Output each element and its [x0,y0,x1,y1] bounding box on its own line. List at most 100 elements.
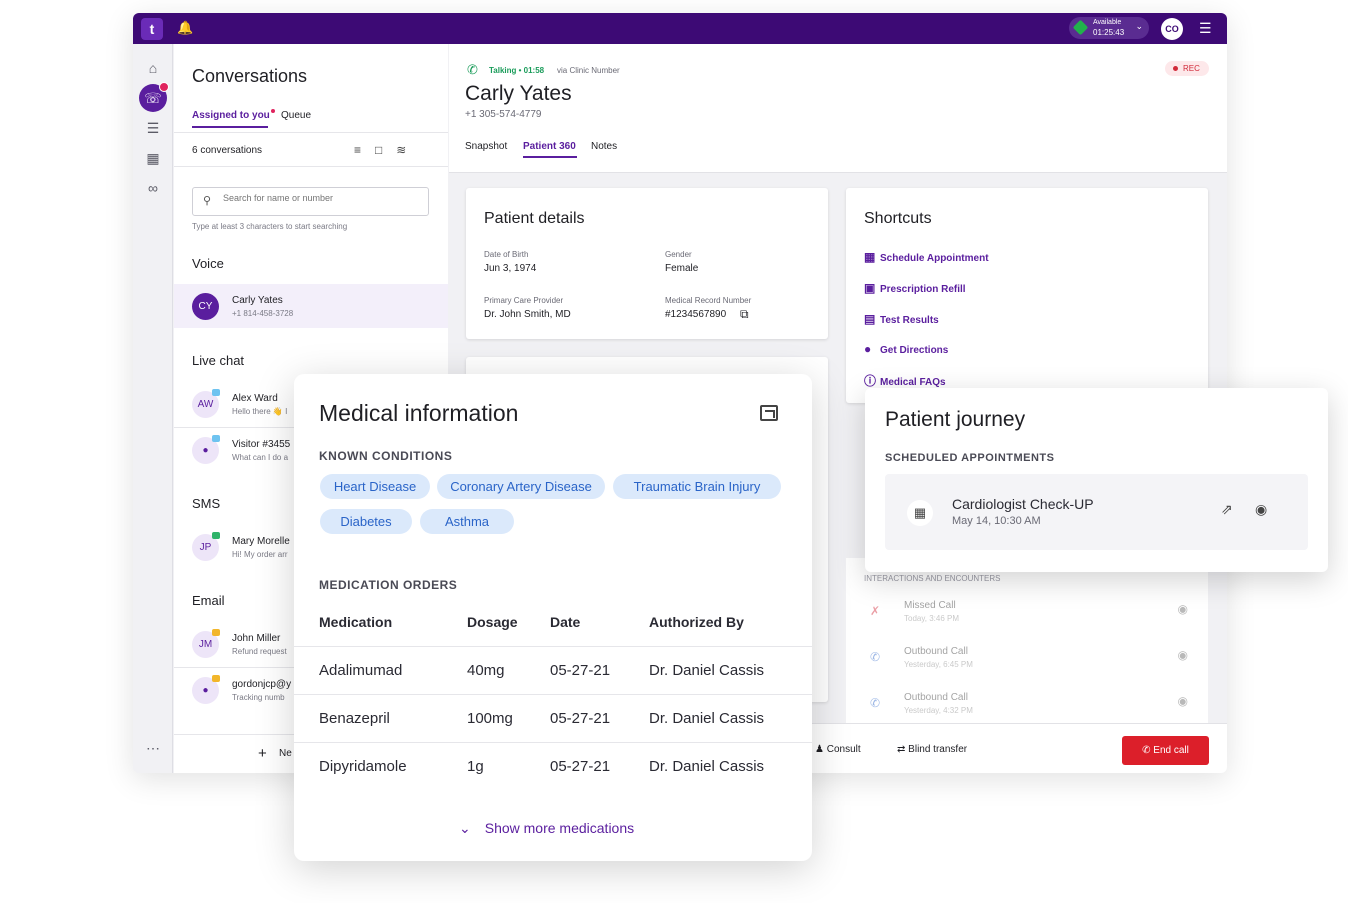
condition-chip[interactable]: Diabetes [320,509,412,534]
location-icon: ● [864,342,872,356]
cell: Dipyridamole [319,758,407,775]
info-icon: ⓘ [864,374,877,388]
plus-icon[interactable]: + [258,745,267,762]
list-item[interactable]: ✆ Outbound Call Yesterday, 6:45 PM ◉ [864,644,1194,684]
filter-icon[interactable]: ≋ [396,143,420,157]
tab-snapshot[interactable]: Snapshot [465,141,507,152]
interaction-time: Today, 3:46 PM [904,614,959,623]
contacts-icon[interactable]: ▦ [143,148,163,168]
shortcut-medical-faqs[interactable]: ⓘ Medical FAQs [864,372,946,389]
panel-menu-icon[interactable]: ☰ [1199,20,1217,36]
field-label: Date of Birth [484,250,529,259]
search-box[interactable]: ⚲ [192,187,429,216]
contact-name: Mary Morelle [232,536,290,547]
shortcut-get-directions[interactable]: ● Get Directions [864,342,948,356]
condition-chip[interactable]: Coronary Artery Disease [437,474,605,499]
section-sms: SMS [192,496,221,511]
avatar: CY [192,293,219,320]
eye-icon[interactable]: ◉ [1178,648,1188,662]
status-diamond-icon [1072,19,1089,36]
cell: Dr. Daniel Cassis [649,710,765,727]
home-icon[interactable]: ⌂ [143,58,163,78]
voicemail-icon[interactable]: ∞ [143,178,163,198]
field-value: Female [665,263,699,274]
scheduled-label: SCHEDULED APPOINTMENTS [885,452,1055,464]
column-header: Dosage [467,614,518,630]
interactions-list: INTERACTIONS AND ENCOUNTERS ✗ Missed Cal… [846,558,1208,723]
shortcut-schedule-appointment[interactable]: ▦ Schedule Appointment [864,250,989,264]
cell: 1g [467,758,484,775]
pill-icon: ▣ [864,281,876,295]
condition-chip[interactable]: Asthma [420,509,514,534]
list-item[interactable]: CY Carly Yates +1 814-458-3728 [174,284,448,328]
sms-badge-icon [212,532,220,539]
show-more-medications-button[interactable]: ⌄ Show more medications [459,820,634,837]
people-icon: ♟ [815,744,827,755]
contact-name: gordonjcp@y [232,679,292,690]
rec-badge[interactable]: REC [1165,61,1209,76]
conversation-count: 6 conversations [192,145,263,156]
interaction-time: Yesterday, 6:45 PM [904,660,973,669]
tab-patient-360[interactable]: Patient 360 [523,141,576,152]
open-icon[interactable]: ⇗ [1221,501,1233,518]
table-row: Adalimumad 40mg 05-27-21 Dr. Daniel Cass… [294,646,812,694]
open-external-icon[interactable] [760,405,778,421]
availability-status[interactable]: Available 01:25:43 ⌄ [1069,17,1149,39]
contact-name: Alex Ward [232,393,278,404]
card-title: Patient journey [885,408,1026,431]
sort-icon[interactable]: ≡ [354,143,375,157]
select-icon[interactable]: □ [375,143,396,157]
cell: Adalimumad [319,662,403,679]
section-voice: Voice [192,256,224,271]
blind-transfer-button[interactable]: ⇄ Blind transfer [897,744,967,755]
contact-sub: What can I do a [232,453,289,462]
appointment-item[interactable]: ▦ Cardiologist Check-UP May 14, 10:30 AM… [885,474,1308,550]
outbound-call-icon: ✆ [870,696,881,710]
apps-grid-icon[interactable]: ⋯ [143,738,163,758]
column-header: Authorized By [649,614,744,630]
clipboard-icon: ▤ [864,312,876,326]
new-button[interactable]: Ne [279,748,292,759]
search-input[interactable] [221,192,421,204]
condition-chip[interactable]: Heart Disease [320,474,430,499]
app-logo[interactable]: t [141,18,163,40]
patient-details-card: Patient details Date of Birth Jun 3, 197… [466,188,828,339]
end-call-button[interactable]: ✆ End call [1122,736,1209,765]
caller-number: +1 305-574-4779 [465,109,542,120]
call-status: Talking • 01:58 [489,66,545,75]
tab-notes[interactable]: Notes [591,141,617,152]
shortcuts-card: Shortcuts ▦ Schedule Appointment ▣ Prescri… [846,188,1208,403]
list-item[interactable]: ✗ Missed Call Today, 3:46 PM ◉ [864,598,1194,638]
tab-queue[interactable]: Queue [281,110,311,121]
notification-bell-icon[interactable]: 🔔 [177,20,193,36]
chevron-down-icon: ⌄ [459,820,471,836]
interactions-title: INTERACTIONS AND ENCOUNTERS [864,574,1001,583]
interaction-title: Outbound Call [904,692,968,703]
eye-icon[interactable]: ◉ [1255,501,1267,518]
card-title: Shortcuts [864,210,932,227]
contact-name: Carly Yates [232,295,283,306]
eye-icon[interactable]: ◉ [1178,694,1188,708]
email-badge-icon [212,675,220,682]
hangup-icon: ✆ [1142,745,1154,756]
consult-button[interactable]: ♟ Consult [815,744,861,755]
tab-assigned-to-you[interactable]: Assigned to you [192,110,270,121]
condition-chip[interactable]: Traumatic Brain Injury [613,474,781,499]
user-avatar[interactable]: CO [1161,18,1183,40]
list-icon[interactable]: ☰ [143,118,163,138]
status-label: Available [1093,19,1122,26]
shortcut-prescription-refill[interactable]: ▣ Prescription Refill [864,281,966,295]
copy-icon[interactable]: ⧉ [740,307,749,322]
field-label: Primary Care Provider [484,296,564,305]
contact-sub: Hello there 👋 I [232,407,288,416]
call-header: ✆ Talking • 01:58 via Clinic Number Carl… [449,44,1227,173]
transfer-icon: ⇄ [897,744,909,755]
eye-icon[interactable]: ◉ [1178,602,1188,616]
contact-sub: Hi! My order arr [232,550,288,559]
card-title: Medical information [319,400,519,426]
shortcut-test-results[interactable]: ▤ Test Results [864,312,939,326]
contact-sub: Refund request [232,647,287,656]
field-value: Dr. John Smith, MD [484,309,571,320]
section-email: Email [192,593,225,608]
nav-rail: ⌂ ☏ ☰ ▦ ∞ ⋯ [133,44,173,773]
